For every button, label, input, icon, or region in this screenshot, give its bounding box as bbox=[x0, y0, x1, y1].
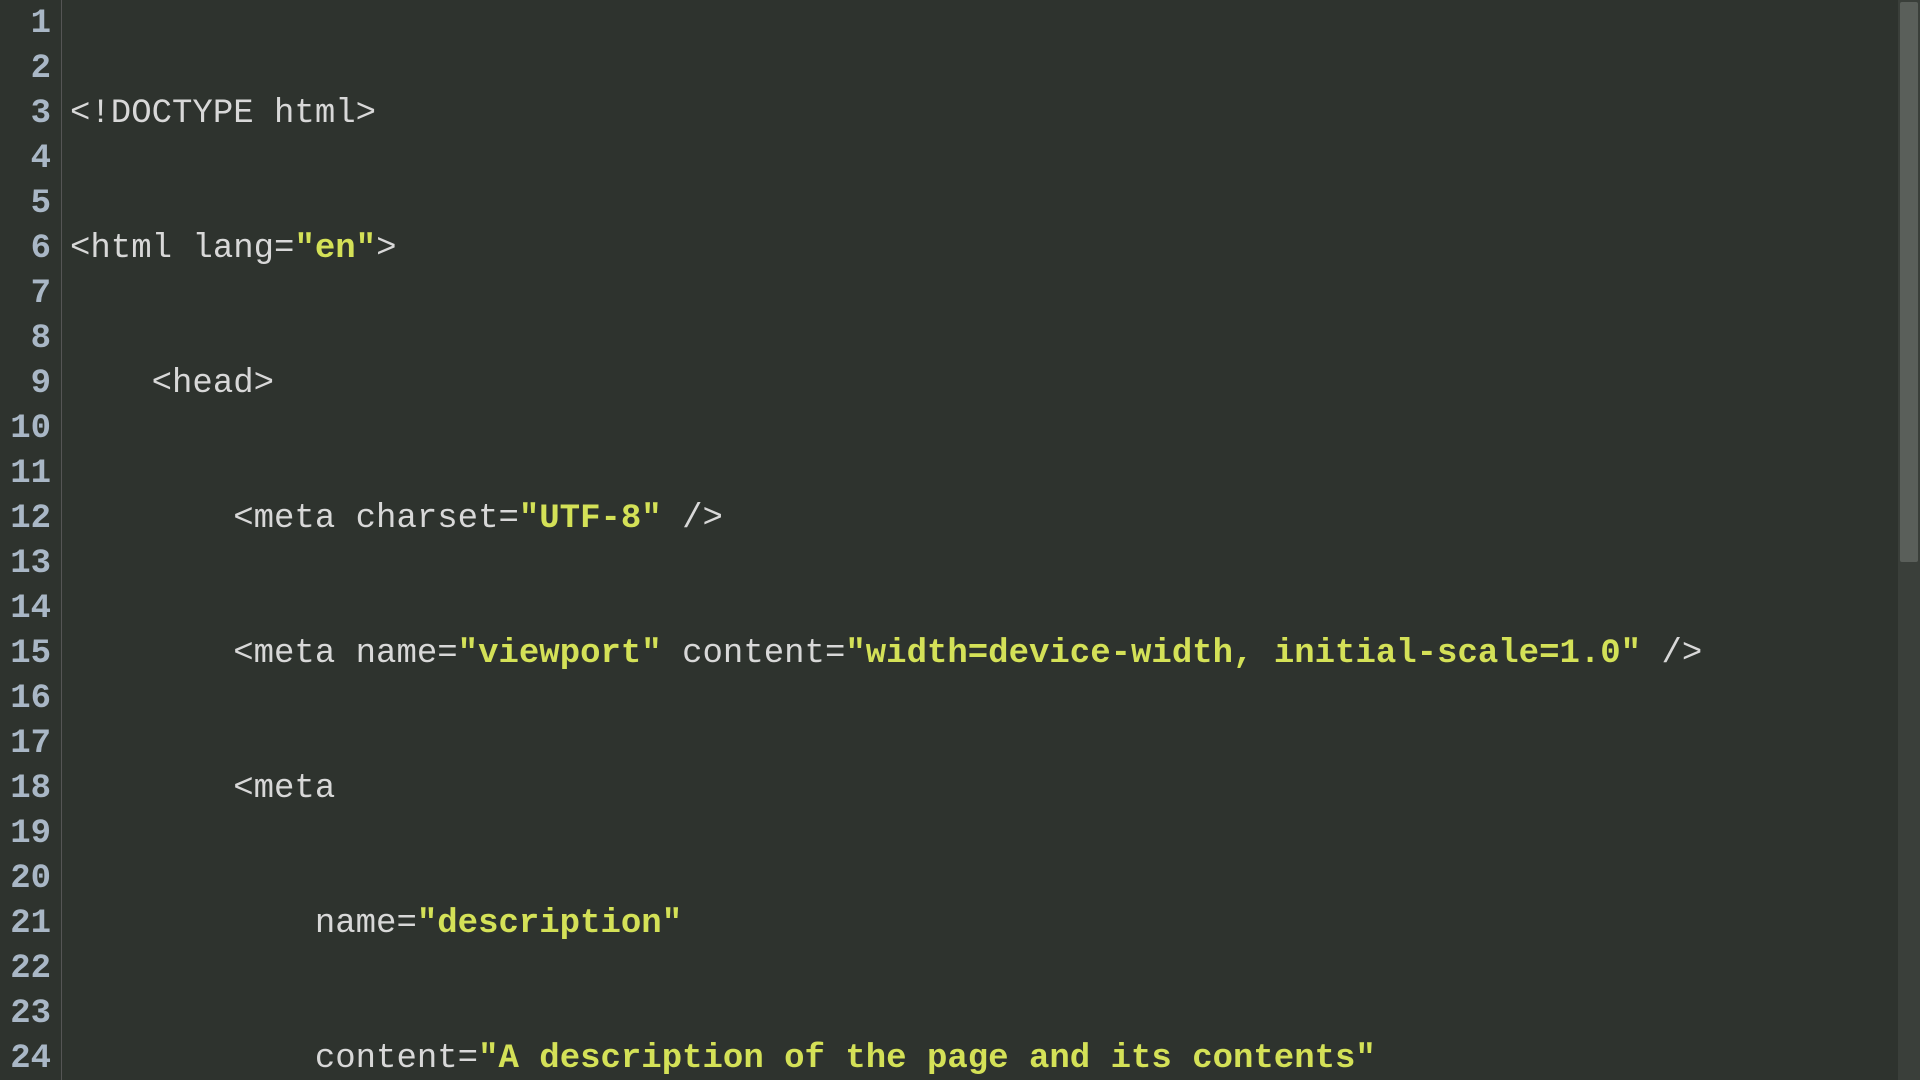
line-number: 1 bbox=[0, 2, 51, 47]
code-area[interactable]: <!DOCTYPE html> <html lang="en"> <head> … bbox=[62, 0, 1920, 1080]
line-number: 23 bbox=[0, 992, 51, 1037]
line-number: 9 bbox=[0, 362, 51, 407]
scrollbar-thumb[interactable] bbox=[1900, 2, 1918, 562]
line-number: 19 bbox=[0, 812, 51, 857]
line-number: 21 bbox=[0, 902, 51, 947]
vertical-scrollbar[interactable] bbox=[1898, 0, 1920, 1080]
code-line[interactable]: <head> bbox=[70, 362, 1920, 407]
line-number: 11 bbox=[0, 452, 51, 497]
line-number: 15 bbox=[0, 632, 51, 677]
line-number: 16 bbox=[0, 677, 51, 722]
line-number: 5 bbox=[0, 182, 51, 227]
line-number: 3 bbox=[0, 92, 51, 137]
code-line[interactable]: <meta bbox=[70, 767, 1920, 812]
line-number: 14 bbox=[0, 587, 51, 632]
code-line[interactable]: content="A description of the page and i… bbox=[70, 1037, 1920, 1080]
line-number-gutter: 1 2 3 4 5 6 7 8 9 10 11 12 13 14 15 16 1… bbox=[0, 0, 62, 1080]
line-number: 17 bbox=[0, 722, 51, 767]
line-number: 7 bbox=[0, 272, 51, 317]
line-number: 20 bbox=[0, 857, 51, 902]
code-line[interactable]: <meta charset="UTF-8" /> bbox=[70, 497, 1920, 542]
code-editor: 1 2 3 4 5 6 7 8 9 10 11 12 13 14 15 16 1… bbox=[0, 0, 1920, 1080]
line-number: 18 bbox=[0, 767, 51, 812]
code-line[interactable]: <meta name="viewport" content="width=dev… bbox=[70, 632, 1920, 677]
code-line[interactable]: <!DOCTYPE html> bbox=[70, 92, 1920, 137]
line-number: 2 bbox=[0, 47, 51, 92]
code-line[interactable]: name="description" bbox=[70, 902, 1920, 947]
line-number: 8 bbox=[0, 317, 51, 362]
line-number: 10 bbox=[0, 407, 51, 452]
line-number: 6 bbox=[0, 227, 51, 272]
line-number: 13 bbox=[0, 542, 51, 587]
line-number: 12 bbox=[0, 497, 51, 542]
line-number: 24 bbox=[0, 1037, 51, 1080]
line-number: 22 bbox=[0, 947, 51, 992]
line-number: 4 bbox=[0, 137, 51, 182]
code-line[interactable]: <html lang="en"> bbox=[70, 227, 1920, 272]
